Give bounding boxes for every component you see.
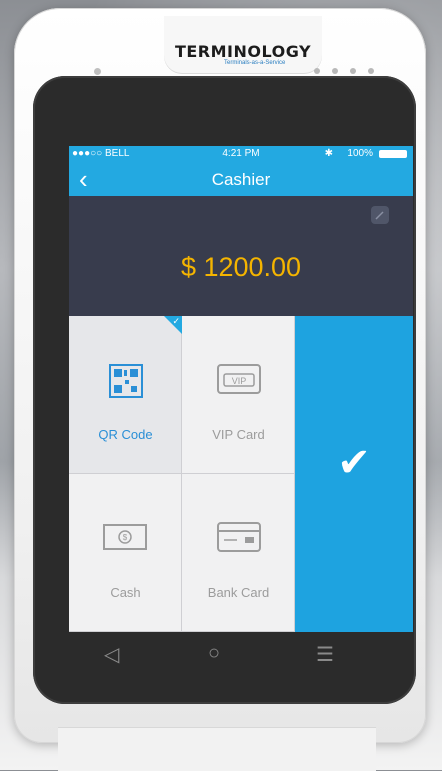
edit-icon[interactable]: [371, 206, 389, 224]
cash-icon: $: [69, 522, 182, 552]
method-label: QR Code: [98, 427, 153, 442]
android-menu-icon[interactable]: ☰: [316, 642, 334, 667]
method-qr-code[interactable]: ✓ QR Code: [69, 316, 182, 474]
amount-panel: $ 1200.00: [69, 196, 413, 316]
vip-card-icon: VIP: [182, 364, 295, 394]
page-title: Cashier: [211, 170, 271, 189]
amount-value: $ 1200.00: [180, 252, 302, 282]
android-home-icon[interactable]: ○: [208, 642, 220, 665]
speaker-dot: [350, 68, 356, 74]
android-back-icon[interactable]: ◁: [104, 642, 119, 667]
screen: ●●●○○ BELL 4:21 PM ✱ 100% ‹ Cashier $ 12…: [69, 146, 413, 632]
method-label: VIP Card: [212, 427, 265, 442]
checkmark-icon: ✔: [337, 441, 371, 485]
method-label: Bank Card: [207, 585, 270, 600]
speaker-dot: [332, 68, 338, 74]
brand-logo: TERMINOLOGY: [174, 42, 312, 61]
bank-card-icon: [182, 522, 295, 552]
printer-base: [58, 727, 376, 771]
android-nav-bar: ◁ ○ ☰: [60, 636, 370, 676]
svg-text:$: $: [122, 533, 127, 542]
battery-icon: [379, 150, 407, 158]
payment-method-grid: ✓ QR Code VIP VIP Card $ Cash Bank Card: [69, 316, 295, 632]
brand-plate: TERMINOLOGY Terminals-as-a-Service: [164, 16, 322, 74]
qr-code-icon: [69, 364, 182, 398]
speaker-dot: [368, 68, 374, 74]
nav-bar: ‹ Cashier: [69, 162, 413, 196]
check-icon: ✓: [172, 316, 180, 326]
status-bar: ●●●○○ BELL 4:21 PM ✱ 100%: [69, 146, 413, 162]
speaker-dot: [314, 68, 320, 74]
method-bank-card[interactable]: Bank Card: [182, 474, 295, 632]
battery-percent: 100%: [347, 148, 373, 159]
confirm-button[interactable]: ✔: [295, 316, 413, 632]
method-cash[interactable]: $ Cash: [69, 474, 182, 632]
bluetooth-icon: ✱: [324, 148, 333, 159]
svg-text:VIP: VIP: [231, 376, 246, 386]
method-vip-card[interactable]: VIP VIP Card: [182, 316, 295, 474]
method-label: Cash: [110, 585, 141, 600]
camera-dot: [94, 68, 101, 75]
brand-tagline: Terminals-as-a-Service: [224, 60, 286, 66]
